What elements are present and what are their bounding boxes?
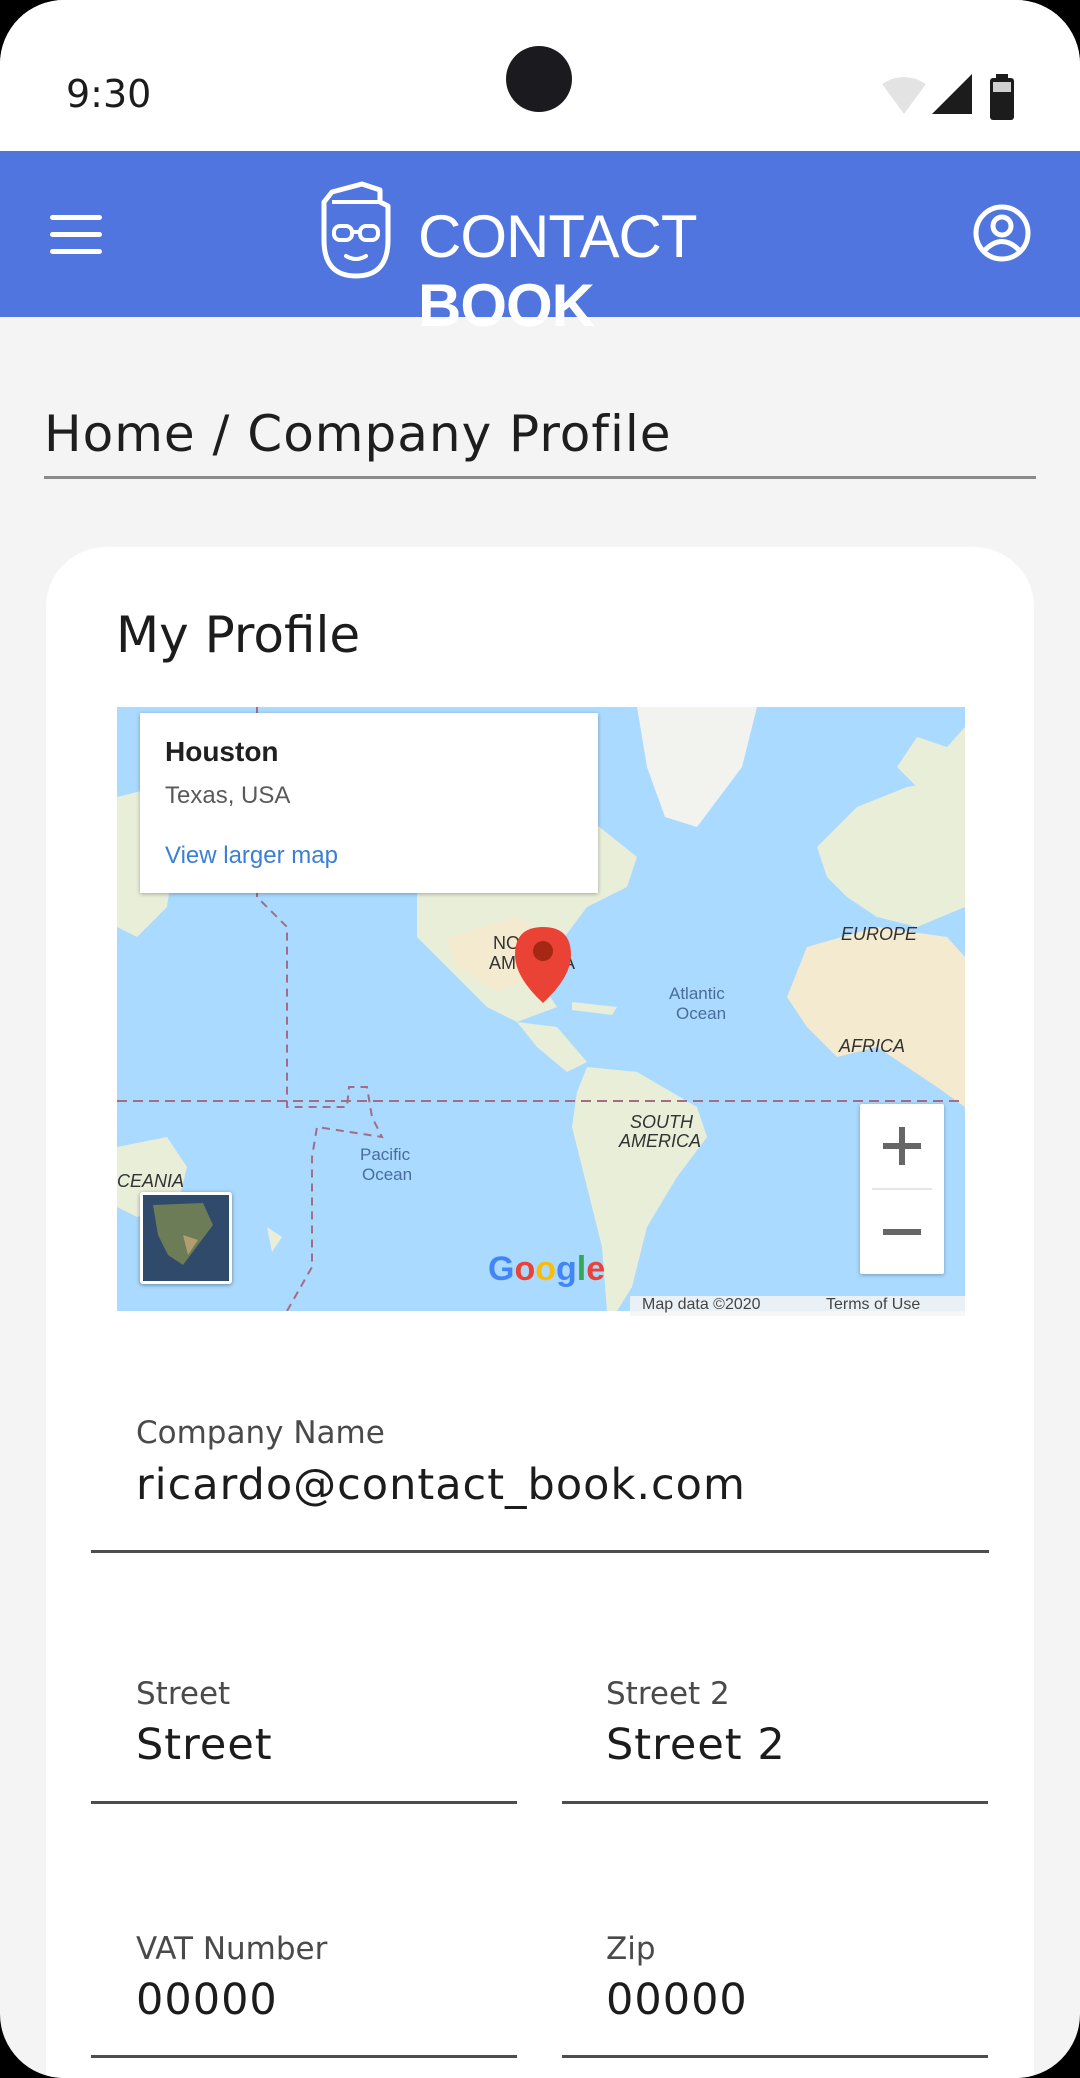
- vat-number-input[interactable]: [136, 1975, 506, 2025]
- nerd-face-logo-icon: [321, 181, 391, 279]
- breadcrumb[interactable]: Home / Company Profile: [44, 405, 672, 463]
- app-logo[interactable]: CONTACT BOOK: [318, 180, 798, 339]
- map-label-sa-2: AMERICA: [618, 1131, 701, 1151]
- company-name-label: Company Name: [136, 1415, 385, 1451]
- app-title: CONTACT BOOK: [418, 202, 798, 340]
- wifi-icon: [882, 77, 926, 114]
- cell-signal-icon: [932, 74, 972, 114]
- menu-icon[interactable]: [50, 215, 104, 255]
- status-icons: [882, 74, 1014, 120]
- map-label-europe: EUROPE: [841, 924, 918, 944]
- company-name-underline: [91, 1550, 989, 1553]
- zoom-out-button[interactable]: [860, 1190, 944, 1274]
- company-name-input[interactable]: [136, 1460, 976, 1510]
- google-logo-text: Google: [488, 1250, 606, 1288]
- map-zoom-control: [860, 1104, 944, 1274]
- map-label-oceania: CEANIA: [117, 1171, 184, 1191]
- app-title-light: CONTACT: [418, 203, 696, 270]
- zip-input[interactable]: [606, 1975, 976, 2025]
- street-label: Street: [136, 1676, 231, 1712]
- map-label-sa-1: SOUTH: [630, 1112, 694, 1132]
- minus-icon: [883, 1229, 921, 1235]
- status-time: 9:30: [66, 72, 152, 116]
- plus-icon: [883, 1127, 921, 1165]
- front-camera: [506, 46, 572, 112]
- map-label-atlantic-1: Atlantic: [669, 984, 725, 1003]
- vat-number-label: VAT Number: [136, 1931, 328, 1967]
- phone-screen: 9:30 CONTACT BOOK Home / Company Profile…: [0, 0, 1080, 2078]
- battery-icon: [990, 74, 1014, 120]
- breadcrumb-divider: [44, 476, 1036, 479]
- view-larger-map-link[interactable]: View larger map: [165, 842, 338, 870]
- street-underline: [91, 1801, 517, 1804]
- map-label-africa: AFRICA: [838, 1036, 905, 1056]
- map-label-na-2: AM: [489, 953, 516, 973]
- map-label-pacific-2: Ocean: [362, 1165, 412, 1184]
- google-logo: Google: [488, 1250, 605, 1289]
- map-label-atlantic-2: Ocean: [676, 1004, 726, 1023]
- card-title: My Profile: [116, 606, 361, 664]
- street2-label: Street 2: [606, 1676, 730, 1712]
- street2-underline: [562, 1801, 988, 1804]
- terms-link[interactable]: Terms of Use: [826, 1296, 920, 1314]
- account-circle-icon[interactable]: [972, 203, 1032, 263]
- satellite-toggle-button[interactable]: [140, 1192, 232, 1284]
- zip-underline: [562, 2055, 988, 2058]
- street-input[interactable]: [136, 1720, 506, 1770]
- map-attribution: Map data ©2020 Terms of Use: [630, 1296, 965, 1316]
- app-title-bold: BOOK: [418, 272, 595, 339]
- satellite-thumbnail-icon: [143, 1195, 229, 1281]
- map-place-region: Texas, USA: [165, 782, 291, 809]
- status-bar: 9:30: [0, 0, 1080, 151]
- map-label-pacific-1: Pacific: [360, 1145, 411, 1164]
- vat-number-underline: [91, 2055, 517, 2058]
- street2-input[interactable]: [606, 1720, 976, 1770]
- map-place-name: Houston: [165, 736, 279, 767]
- zip-label: Zip: [606, 1931, 656, 1967]
- zoom-in-button[interactable]: [860, 1104, 944, 1188]
- map-data-text: Map data ©2020: [642, 1296, 761, 1313]
